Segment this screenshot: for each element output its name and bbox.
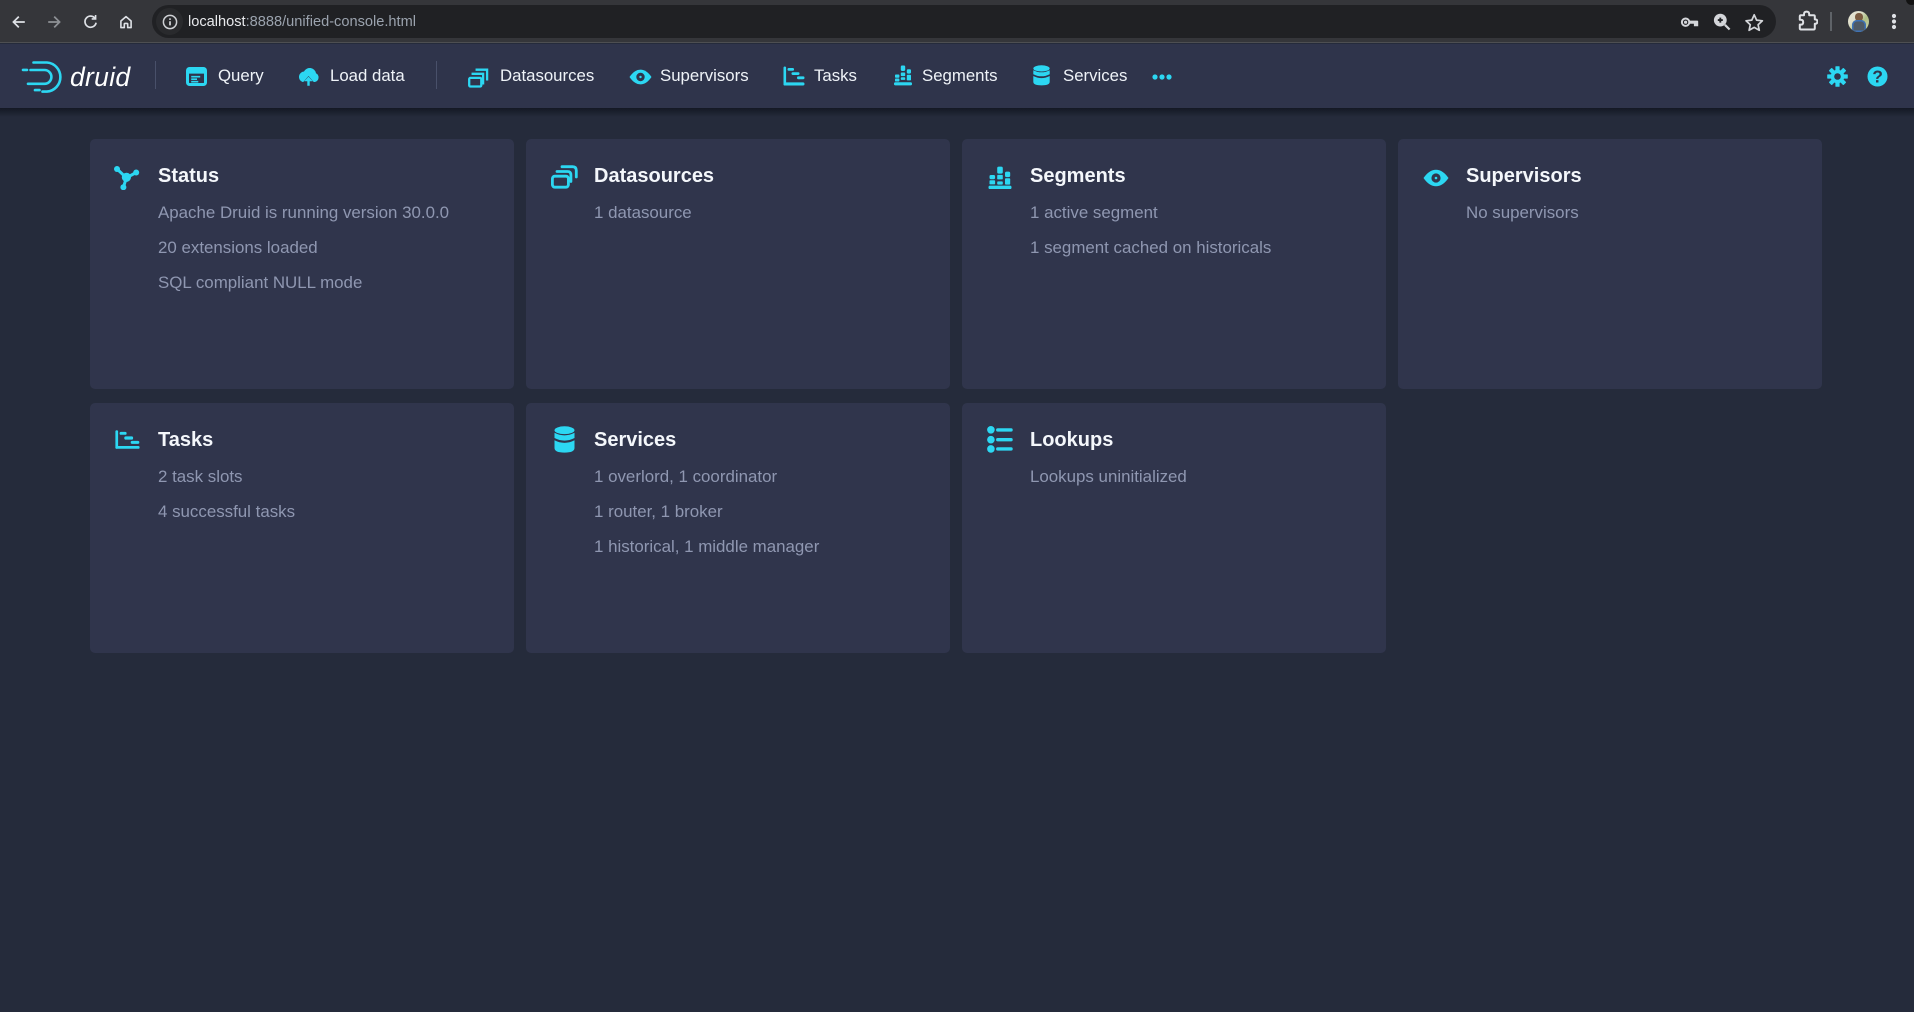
svg-text:?: ? — [1872, 67, 1883, 87]
